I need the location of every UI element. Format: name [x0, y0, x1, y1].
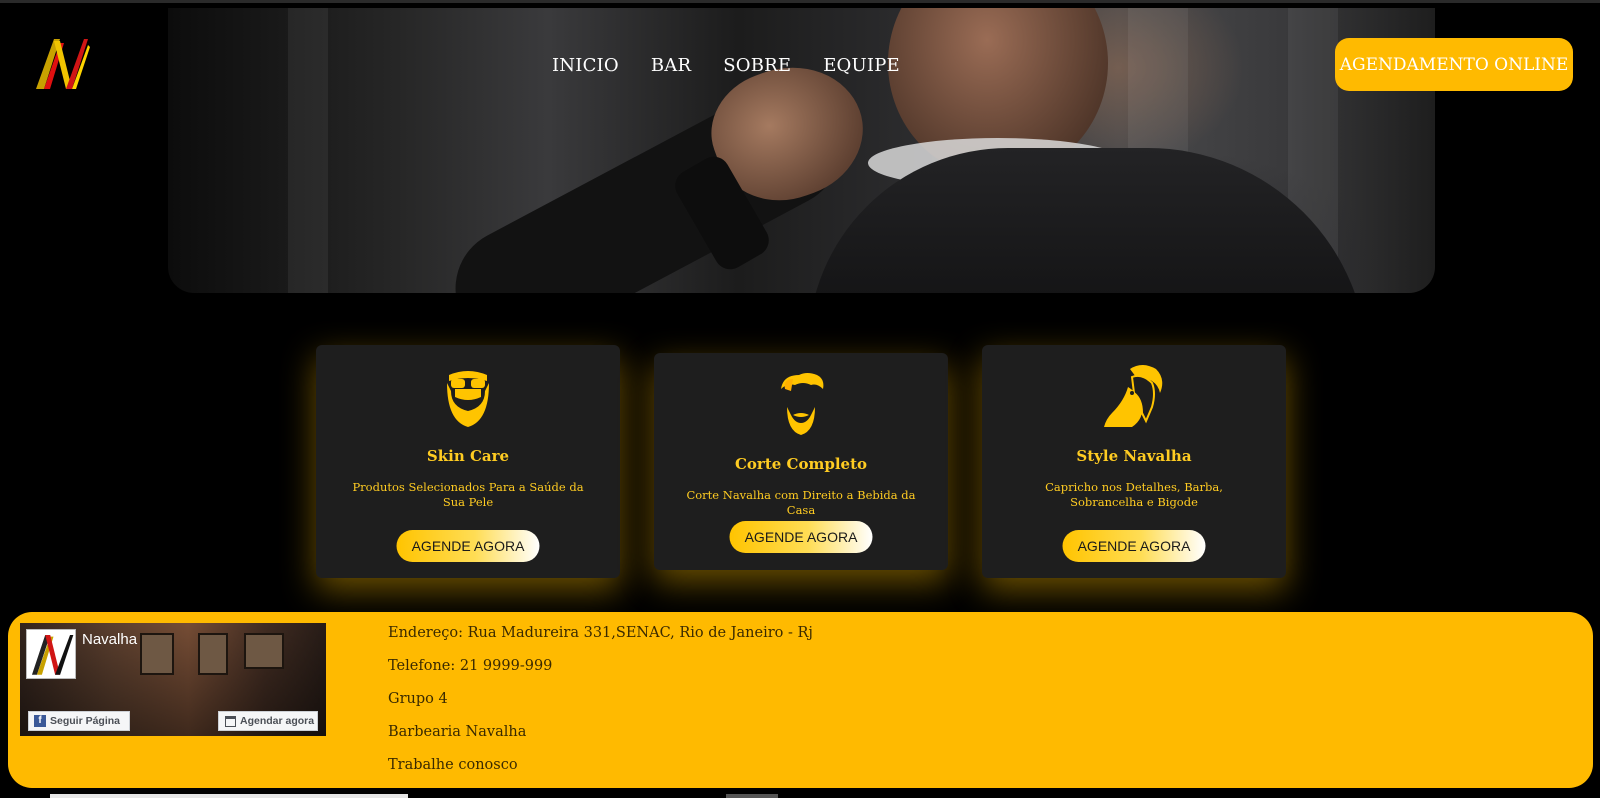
card-description: Corte Navalha com Direito a Bebida da Ca…	[686, 488, 916, 517]
nav-sobre[interactable]: SOBRE	[723, 55, 791, 76]
curtain-stripe	[288, 8, 328, 293]
scrollbar-thumb[interactable]	[726, 794, 778, 798]
nav-inicio[interactable]: INICIO	[552, 55, 619, 76]
facebook-icon: f	[34, 715, 46, 727]
service-card-style-navalha: Style Navalha Capricho nos Detalhes, Bar…	[982, 345, 1286, 578]
book-now-fb-label: Agendar agora	[240, 715, 315, 727]
nav-bar[interactable]: BAR	[651, 55, 691, 76]
card-description: Produtos Selecionados Para a Saúde da Su…	[352, 480, 584, 509]
phone-text: Telefone: 21 9999-999	[388, 658, 553, 674]
wall-frame	[198, 633, 228, 675]
book-now-button[interactable]: AGENDE AGORA	[396, 530, 540, 562]
work-with-us-link[interactable]: Trabalhe conosco	[388, 754, 813, 787]
card-description: Capricho nos Detalhes, Barba, Sobrancelh…	[1045, 480, 1223, 509]
card-title: Skin Care	[426, 447, 510, 465]
navalha-logo-icon	[31, 634, 74, 675]
barbershop-name-text: Barbearia Navalha	[388, 724, 527, 740]
window-top-border	[0, 0, 1600, 3]
hero-banner	[168, 8, 1435, 293]
service-card-corte-completo: Corte Completo Corte Navalha com Direito…	[654, 353, 948, 570]
footer: Navalha f Seguir Página Agendar agora En…	[8, 612, 1593, 788]
service-card-skin-care: Skin Care Produtos Selecionados Para a S…	[316, 345, 620, 578]
styled-man-profile-icon	[1104, 365, 1163, 427]
bearded-face-icon	[447, 371, 489, 427]
horizontal-scrollbar[interactable]	[50, 794, 408, 798]
facebook-page-logo[interactable]	[26, 629, 76, 679]
facebook-page-name[interactable]: Navalha	[82, 631, 137, 648]
nav-equipe[interactable]: EQUIPE	[823, 55, 900, 76]
book-now-button[interactable]: AGENDE AGORA	[1062, 530, 1206, 562]
hair-beard-icon	[781, 373, 824, 435]
wall-frame	[140, 633, 174, 675]
online-booking-button[interactable]: AGENDAMENTO ONLINE	[1335, 38, 1573, 91]
wall-frame	[244, 633, 284, 669]
follow-page-label: Seguir Página	[50, 715, 121, 727]
address-text: Endereço: Rua Madureira 331,SENAC, Rio d…	[388, 625, 813, 641]
group-text: Grupo 4	[388, 691, 448, 707]
book-now-fb-button[interactable]: Agendar agora	[218, 711, 318, 731]
navalha-logo-icon[interactable]	[32, 35, 90, 93]
follow-page-button[interactable]: f Seguir Página	[28, 711, 130, 731]
contact-info: Endereço: Rua Madureira 331,SENAC, Rio d…	[388, 622, 813, 787]
facebook-page-widget[interactable]: Navalha f Seguir Página Agendar agora	[20, 623, 326, 736]
main-nav: INICIO BAR SOBRE EQUIPE	[552, 55, 900, 76]
book-now-button[interactable]: AGENDE AGORA	[729, 521, 873, 553]
card-title: Corte Completo	[734, 455, 868, 473]
card-title: Style Navalha	[1076, 447, 1192, 465]
calendar-icon	[225, 715, 236, 727]
